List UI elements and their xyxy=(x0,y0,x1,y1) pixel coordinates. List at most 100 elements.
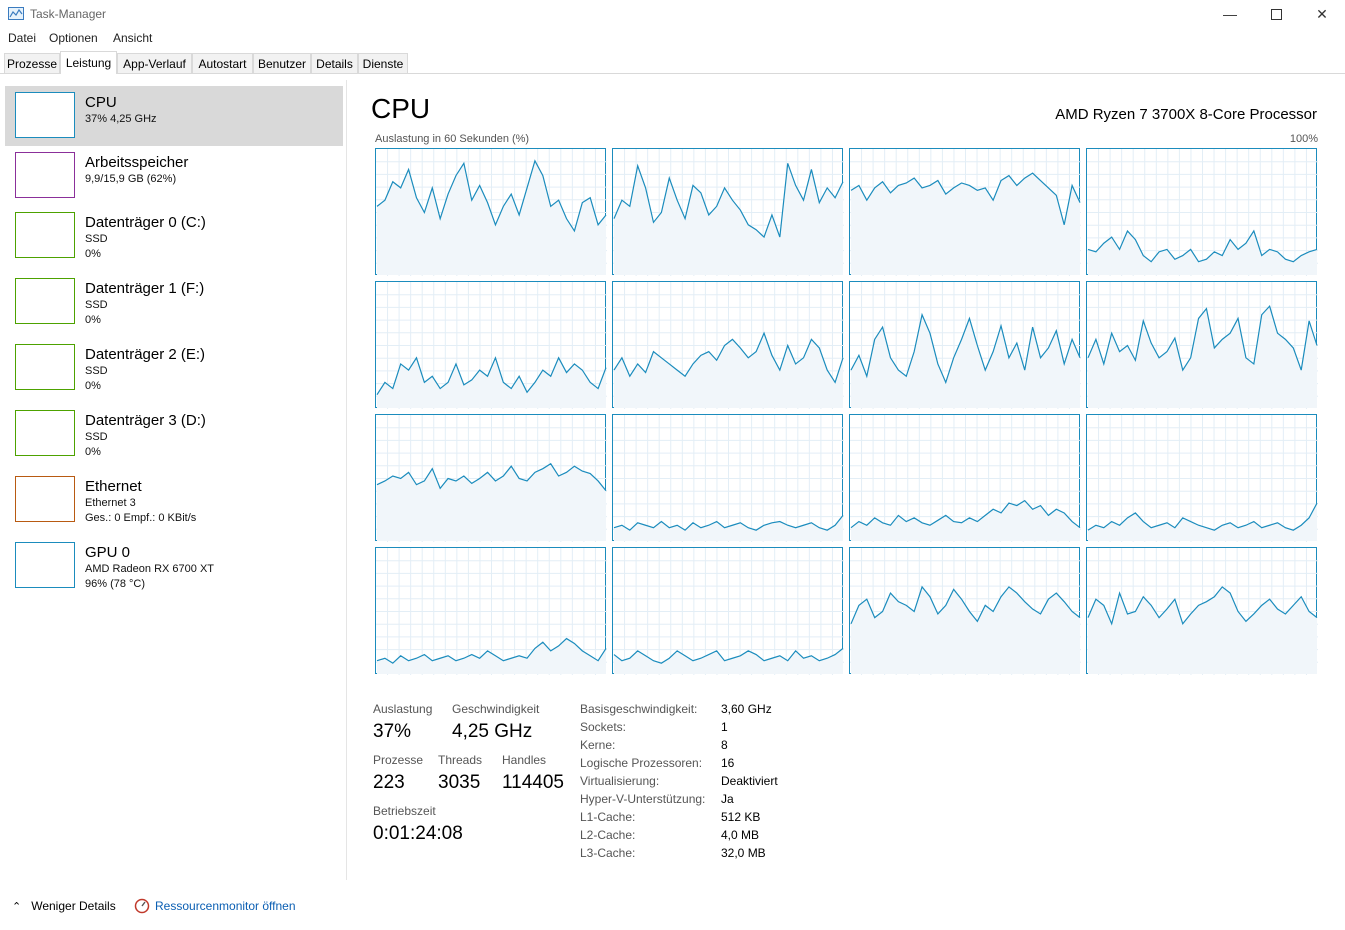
core-graph-svg xyxy=(613,548,844,675)
core-graph xyxy=(375,281,607,409)
info-value: 8 xyxy=(721,738,728,752)
menu-optionen[interactable]: Optionen xyxy=(49,31,98,45)
sidebar-thumbnail xyxy=(15,542,75,588)
sidebar-item-title: Arbeitsspeicher xyxy=(85,154,189,171)
tabs-divider xyxy=(0,73,1345,74)
sidebar-item-title: CPU xyxy=(85,94,117,111)
core-graph xyxy=(375,414,607,542)
menu-ansicht[interactable]: Ansicht xyxy=(113,31,152,45)
chevron-up-icon: ⌃ xyxy=(12,900,22,913)
fewer-details-button[interactable]: ⌃ Weniger Details xyxy=(12,899,116,913)
info-key: Hyper-V-Unterstützung: xyxy=(580,792,706,806)
utilization-max-label: 100% xyxy=(1289,133,1318,145)
sidebar-item-4[interactable]: Datenträger 2 (E:) SSD 0% xyxy=(5,338,343,398)
tab-leistung[interactable]: Leistung xyxy=(60,51,117,74)
betriebszeit-value: 0:01:24:08 xyxy=(373,823,463,844)
threads-value: 3035 xyxy=(438,772,481,793)
core-graph xyxy=(375,148,607,276)
core-graph xyxy=(849,281,1081,409)
sidebar-item-1[interactable]: Arbeitsspeicher 9,9/15,9 GB (62%) xyxy=(5,146,343,206)
core-graph xyxy=(612,547,844,675)
info-value: 3,60 GHz xyxy=(721,702,772,716)
sidebar-item-0[interactable]: CPU 37% 4,25 GHz xyxy=(5,86,343,146)
cpu-model: AMD Ryzen 7 3700X 8-Core Processor xyxy=(1055,106,1317,123)
sidebar-thumbnail xyxy=(15,92,75,138)
info-value: Deaktiviert xyxy=(721,774,778,788)
core-graph-svg xyxy=(1087,415,1318,542)
info-key: Kerne: xyxy=(580,738,616,752)
tab-details[interactable]: Details xyxy=(311,53,358,73)
minimize-button[interactable]: — xyxy=(1207,0,1253,28)
prozesse-value: 223 xyxy=(373,772,405,793)
info-value: 16 xyxy=(721,756,735,770)
core-graph xyxy=(375,547,607,675)
sidebar-thumbnail xyxy=(15,344,75,390)
info-value: Ja xyxy=(721,792,734,806)
utilization-axis-label: Auslastung in 60 Sekunden (%) xyxy=(375,133,530,145)
sidebar-item-2[interactable]: Datenträger 0 (C:) SSD 0% xyxy=(5,206,343,266)
maximize-icon xyxy=(1270,8,1282,20)
page-title: CPU xyxy=(371,93,431,124)
close-button[interactable]: ✕ xyxy=(1299,0,1345,28)
sidebar-item-detail: 37% 4,25 GHz xyxy=(85,113,157,125)
resource-monitor-icon xyxy=(134,898,150,914)
sidebar-item-title: Datenträger 2 (E:) xyxy=(85,346,206,363)
core-graph xyxy=(1086,148,1318,276)
core-graph-svg xyxy=(850,415,1081,542)
info-key: Sockets: xyxy=(580,720,627,734)
sidebar-divider xyxy=(346,80,347,880)
core-graph xyxy=(1086,281,1318,409)
auslastung-value: 37% xyxy=(373,721,412,742)
core-graph xyxy=(849,414,1081,542)
core-graph-svg xyxy=(613,415,844,542)
resource-monitor-link[interactable]: Ressourcenmonitor öffnen xyxy=(134,898,296,914)
menu-datei[interactable]: Datei xyxy=(8,31,36,45)
info-value: 4,0 MB xyxy=(721,828,760,842)
info-value: 512 KB xyxy=(721,810,761,824)
sidebar-item-detail-2: 0% xyxy=(85,248,101,260)
auslastung-label: Auslastung xyxy=(373,702,433,716)
handles-label: Handles xyxy=(502,753,547,767)
core-graph-svg xyxy=(1087,282,1318,409)
info-value: 1 xyxy=(721,720,728,734)
info-key: L1-Cache: xyxy=(580,810,636,824)
threads-label: Threads xyxy=(438,753,483,767)
sidebar-item-detail-2: 0% xyxy=(85,380,101,392)
sidebar-item-detail: Ethernet 3 xyxy=(85,497,136,509)
geschwindigkeit-label: Geschwindigkeit xyxy=(452,702,540,716)
sidebar-item-7[interactable]: GPU 0 AMD Radeon RX 6700 XT 96% (78 °C) xyxy=(5,536,343,596)
tab-prozesse[interactable]: Prozesse xyxy=(4,53,60,73)
geschwindigkeit-value: 4,25 GHz xyxy=(452,721,533,742)
task-manager-icon xyxy=(8,7,24,20)
tab-app-verlauf[interactable]: App-Verlauf xyxy=(117,53,192,73)
core-graph-svg xyxy=(850,149,1081,276)
core-graph-svg xyxy=(376,548,607,675)
sidebar-item-detail-2: Ges.: 0 Empf.: 0 KBit/s xyxy=(85,512,197,524)
tab-autostart[interactable]: Autostart xyxy=(192,53,253,73)
sidebar-thumbnail xyxy=(15,152,75,198)
resource-monitor-label: Ressourcenmonitor öffnen xyxy=(155,899,296,913)
core-graph-svg xyxy=(1087,149,1318,276)
core-usage-area xyxy=(1088,306,1317,408)
core-graph-svg xyxy=(613,282,844,409)
maximize-button[interactable] xyxy=(1253,0,1299,28)
title-bar xyxy=(0,0,1345,28)
sidebar-item-6[interactable]: Ethernet Ethernet 3 Ges.: 0 Empf.: 0 KBit/… xyxy=(5,470,343,530)
close-icon: ✕ xyxy=(1316,5,1328,22)
sidebar-item-title: GPU 0 xyxy=(85,544,131,561)
core-graph xyxy=(612,281,844,409)
tab-benutzer[interactable]: Benutzer xyxy=(253,53,311,73)
sidebar-item-title: Ethernet xyxy=(85,478,142,495)
core-graph xyxy=(1086,414,1318,542)
info-key: Logische Prozessoren: xyxy=(580,756,703,770)
core-graph xyxy=(612,148,844,276)
sidebar-item-3[interactable]: Datenträger 1 (F:) SSD 0% xyxy=(5,272,343,332)
core-graph-svg xyxy=(613,149,844,276)
sidebar-item-5[interactable]: Datenträger 3 (D:) SSD 0% xyxy=(5,404,343,464)
sidebar-item-detail: SSD xyxy=(85,431,108,443)
sidebar-item-title: Datenträger 0 (C:) xyxy=(85,214,206,231)
tab-dienste[interactable]: Dienste xyxy=(358,53,408,73)
sidebar-item-title: Datenträger 1 (F:) xyxy=(85,280,205,297)
sidebar-item-detail: SSD xyxy=(85,365,108,377)
core-graph-svg xyxy=(1087,548,1318,675)
